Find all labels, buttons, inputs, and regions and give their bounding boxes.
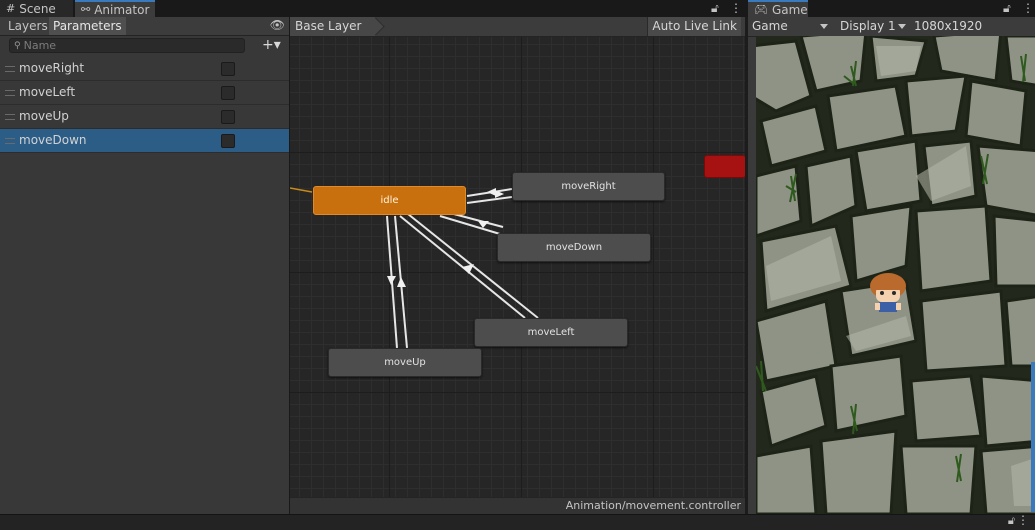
resolution-dropdown[interactable]: 1080x1920 <box>912 17 994 36</box>
add-parameter-button[interactable]: +▾ <box>262 37 281 53</box>
game-mode-dropdown[interactable]: Game <box>750 17 830 36</box>
parameter-row-moveup[interactable]: moveUp <box>0 105 289 129</box>
animator-graph[interactable]: Base Layer Auto Live Link idle moveRight… <box>290 17 745 514</box>
parameter-row-movedown[interactable]: moveDown <box>0 129 289 153</box>
arrow-head-icon <box>397 277 406 287</box>
controller-path-bar: Animation/movement.controller <box>290 497 745 514</box>
game-view: Game Display 1 1080x1920 <box>748 17 1035 514</box>
panel-tabs: Layers Parameters 👁︎ <box>0 17 289 36</box>
resolution-value: 1080x1920 <box>914 19 983 33</box>
parameter-name: moveLeft <box>19 85 76 99</box>
drag-handle-icon[interactable] <box>5 138 15 144</box>
gamepad-icon: 🎮︎ <box>754 3 768 16</box>
bottom-lock-icon[interactable]: 🔓︎ <box>1008 514 1015 528</box>
parameter-checkbox[interactable] <box>221 62 235 76</box>
entry-transition[interactable] <box>290 187 313 193</box>
bottom-panel-strip: 🔓︎ ⋮ <box>0 513 1035 530</box>
arrow-head-icon <box>387 276 396 285</box>
display-value: Display 1 <box>840 19 896 33</box>
tab-animator[interactable]: ⚯ Animator <box>75 0 155 17</box>
parameter-list: moveRight moveLeft moveUp moveDown <box>0 57 289 153</box>
game-kebab-menu-icon[interactable]: ⋮ <box>1022 1 1034 15</box>
tab-scene-label: Scene <box>19 1 56 16</box>
game-scrollbar[interactable] <box>1031 362 1035 512</box>
chevron-down-icon <box>820 24 828 29</box>
drag-handle-icon[interactable] <box>5 114 15 120</box>
lock-icon[interactable]: 🔓︎ <box>711 1 719 16</box>
state-any-state[interactable] <box>704 155 745 178</box>
chevron-down-icon <box>898 24 906 29</box>
tab-game-label: Game <box>771 2 808 17</box>
game-mode-value: Game <box>752 19 788 33</box>
parameter-checkbox[interactable] <box>221 134 235 148</box>
parameter-row-moveleft[interactable]: moveLeft <box>0 81 289 105</box>
tab-game[interactable]: 🎮︎ Game <box>748 0 808 17</box>
breadcrumb[interactable]: Base Layer <box>290 17 376 36</box>
arrow-head-icon <box>487 188 496 196</box>
auto-live-link-button[interactable]: Auto Live Link <box>647 17 741 36</box>
transition-layer <box>290 187 539 349</box>
game-scene[interactable] <box>756 36 1035 514</box>
stone-floor-image <box>756 36 1035 514</box>
tab-scene[interactable]: # Scene <box>0 0 73 17</box>
parameter-search: ⚲ <box>9 38 245 53</box>
kebab-menu-icon[interactable]: ⋮ <box>730 1 742 15</box>
state-idle[interactable]: idle <box>313 186 466 215</box>
game-lock-icon[interactable]: 🔓︎ <box>1003 1 1011 16</box>
parameter-checkbox[interactable] <box>221 110 235 124</box>
drag-handle-icon[interactable] <box>5 90 15 96</box>
state-moveup[interactable]: moveUp <box>328 348 482 377</box>
game-toolbar: Game Display 1 1080x1920 <box>748 17 1035 37</box>
animator-icon: ⚯ <box>81 3 91 16</box>
parameter-checkbox[interactable] <box>221 86 235 100</box>
parameter-name: moveRight <box>19 61 85 75</box>
state-movedown[interactable]: moveDown <box>497 233 651 262</box>
display-dropdown[interactable]: Display 1 <box>838 17 908 36</box>
parameter-name: moveDown <box>19 133 87 147</box>
drag-handle-icon[interactable] <box>5 66 15 72</box>
state-moveleft[interactable]: moveLeft <box>474 318 628 347</box>
grid-icon: # <box>6 2 16 15</box>
transition-moveright-idle[interactable] <box>466 196 513 204</box>
bottom-kebab-menu-icon[interactable]: ⋮ <box>1017 513 1029 527</box>
tab-animator-label: Animator <box>94 2 150 17</box>
transition-movedown-idle[interactable] <box>449 212 504 228</box>
player-character <box>870 273 906 312</box>
top-tab-strip: # Scene ⚯ Animator 🔓︎ ⋮ 🎮︎ Game 🔓︎ ⋮ <box>0 0 1035 17</box>
animator-toolbar: Base Layer Auto Live Link <box>290 17 745 37</box>
parameters-panel: Layers Parameters 👁︎ ⚲ +▾ moveRight move… <box>0 17 290 514</box>
search-icon: ⚲ <box>14 40 21 51</box>
tab-layers[interactable]: Layers <box>4 17 52 35</box>
parameter-name: moveUp <box>19 109 69 123</box>
parameter-row-moveright[interactable]: moveRight <box>0 57 289 81</box>
tab-parameters[interactable]: Parameters <box>49 17 126 35</box>
state-moveright[interactable]: moveRight <box>512 172 665 201</box>
eye-icon[interactable]: 👁︎ <box>270 18 285 32</box>
controller-path: Animation/movement.controller <box>565 499 741 512</box>
search-input[interactable] <box>23 39 224 52</box>
